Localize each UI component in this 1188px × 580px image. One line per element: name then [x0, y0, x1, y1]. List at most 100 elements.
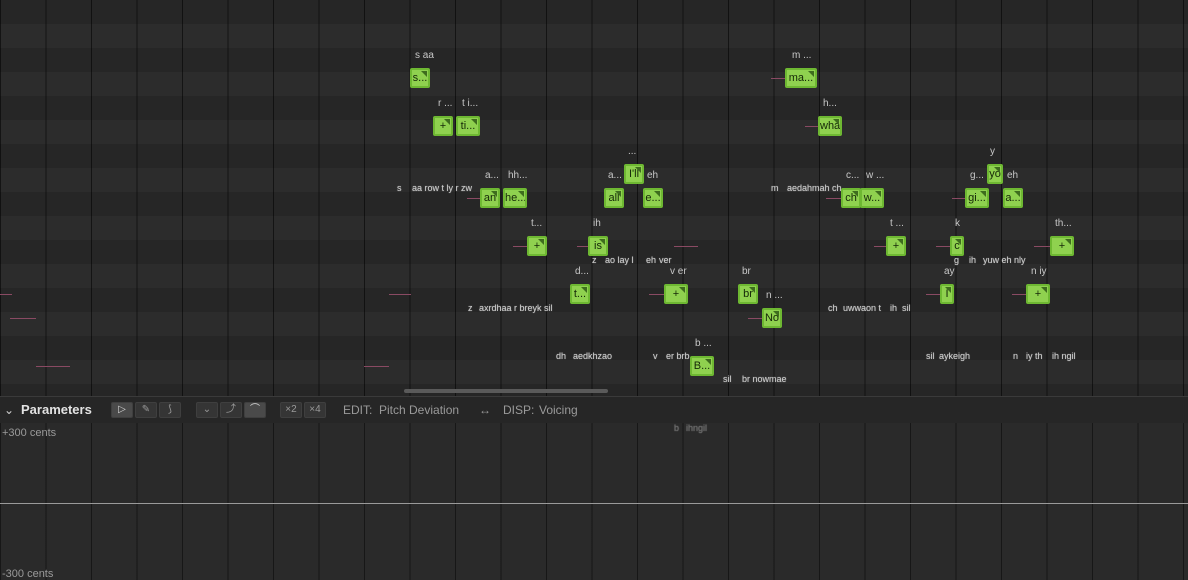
note-label: t... [531, 218, 543, 229]
note[interactable]: + [664, 284, 688, 304]
disp-label: DISP: [503, 403, 535, 417]
note[interactable]: I'll [624, 164, 644, 184]
note-label: n ... [766, 290, 783, 301]
note[interactable]: No [762, 308, 782, 328]
note[interactable]: all [604, 188, 624, 208]
parameter-panel[interactable]: +300 cents b ihngil -300 cents [0, 423, 1188, 580]
ramp-button[interactable]: ⤴ [220, 402, 242, 418]
select-tool-button[interactable]: ▷ [111, 402, 133, 418]
note-label: t ... [890, 218, 904, 229]
edit-label: EDIT: [343, 403, 373, 417]
pitch-line [926, 294, 940, 295]
panel-title: Parameters [21, 402, 92, 417]
pitch-line [771, 78, 785, 79]
note[interactable]: yo [987, 164, 1003, 184]
note[interactable]: br [738, 284, 758, 304]
note[interactable]: + [1026, 284, 1050, 304]
piano-roll[interactable]: s aa r ... t i... a... hh... t... d... i… [0, 0, 1188, 396]
note-label: r ... [438, 98, 453, 109]
note-label: w ... [866, 170, 885, 181]
note-label: d... [575, 266, 589, 277]
phoneme-text: uwwaon t [843, 303, 882, 313]
note[interactable]: c [950, 236, 964, 256]
pitch-line [467, 198, 481, 199]
phoneme-text: z [468, 303, 473, 313]
phoneme-text: ver [659, 255, 672, 265]
note-label: a... [608, 170, 622, 181]
note[interactable]: he... [503, 188, 527, 208]
note[interactable]: t... [570, 284, 590, 304]
phoneme-text: sil [926, 351, 935, 361]
horizontal-scrollbar[interactable] [404, 389, 608, 393]
phoneme-text: iy th [1026, 351, 1043, 361]
phoneme-text: v [653, 351, 658, 361]
note[interactable]: ti... [456, 116, 480, 136]
note-label: eh [647, 170, 659, 181]
phoneme-text: n [1013, 351, 1019, 361]
phoneme-text: br nowmae [742, 374, 787, 384]
note-label: s aa [415, 50, 434, 61]
note[interactable]: + [433, 116, 453, 136]
note[interactable]: w... [860, 188, 884, 208]
note-label: ... [628, 146, 637, 157]
note[interactable]: ma... [785, 68, 817, 88]
note[interactable]: wha [818, 116, 842, 136]
zero-line [0, 503, 1188, 504]
note[interactable]: s... [410, 68, 430, 88]
phoneme-text: ih [890, 303, 898, 313]
phoneme-text: yuw eh nly [983, 255, 1026, 265]
phoneme-text: ih [969, 255, 977, 265]
pitch-line [952, 198, 966, 199]
note[interactable]: an [480, 188, 500, 208]
note-label: br [742, 266, 751, 277]
pitch-line [936, 246, 950, 247]
note[interactable]: a... [1003, 188, 1023, 208]
note[interactable]: ch [841, 188, 861, 208]
note-label: n iy [1031, 266, 1047, 277]
note-label: c... [846, 170, 860, 181]
pitch-line [36, 366, 70, 367]
phoneme-text: z [592, 255, 597, 265]
swap-icon[interactable]: ↔ [479, 397, 491, 423]
phoneme-text: aa row t ly r zw [412, 183, 473, 193]
phoneme-text: ao lay l [605, 255, 634, 265]
smooth-down-button[interactable]: ⌄ [196, 402, 218, 418]
note[interactable]: e... [643, 188, 663, 208]
note-label: b ... [695, 338, 712, 349]
phoneme-text: dh [556, 351, 567, 361]
multiply-4-button[interactable]: ×4 [304, 402, 326, 418]
note[interactable]: I [940, 284, 954, 304]
pitch-line [364, 366, 389, 367]
pitch-line [649, 294, 665, 295]
phoneme-text: axrdhaa r breyk sil [479, 303, 553, 313]
display-mode-value[interactable]: Voicing [539, 397, 578, 423]
note[interactable]: B... [690, 356, 714, 376]
lower-range-label: -300 cents [2, 568, 54, 580]
note-label: h... [823, 98, 837, 109]
pitch-line [674, 246, 698, 247]
note-label: ih [593, 218, 601, 229]
note[interactable]: is [588, 236, 608, 256]
note-label: v er [670, 266, 687, 277]
curve-tool-button[interactable]: ⟆ [159, 402, 181, 418]
chevron-down-icon[interactable]: ⌄ [4, 397, 14, 423]
multiply-2-button[interactable]: ×2 [280, 402, 302, 418]
note[interactable]: gi... [965, 188, 989, 208]
note[interactable]: + [886, 236, 906, 256]
phoneme-text: sil [723, 374, 732, 384]
phoneme-text: b [674, 423, 680, 433]
phoneme-text: ch [828, 303, 838, 313]
pencil-tool-button[interactable]: ✎ [135, 402, 157, 418]
phoneme-text: s [397, 183, 402, 193]
parameters-toolbar: ⌄ Parameters ▷ ✎ ⟆ ⌄ ⤴ ⌒ ×2 ×4 EDIT: Pit… [0, 396, 1188, 424]
note-label: ay [944, 266, 955, 277]
arc-button[interactable]: ⌒ [244, 402, 266, 418]
pitch-line [874, 246, 886, 247]
phoneme-text: aedahmah ch [787, 183, 842, 193]
phoneme-text: eh [646, 255, 657, 265]
note[interactable]: + [1050, 236, 1074, 256]
phoneme-text: aedkhzao [573, 351, 613, 361]
edit-mode-value[interactable]: Pitch Deviation [379, 397, 459, 423]
note-label: th... [1055, 218, 1072, 229]
note[interactable]: + [527, 236, 547, 256]
